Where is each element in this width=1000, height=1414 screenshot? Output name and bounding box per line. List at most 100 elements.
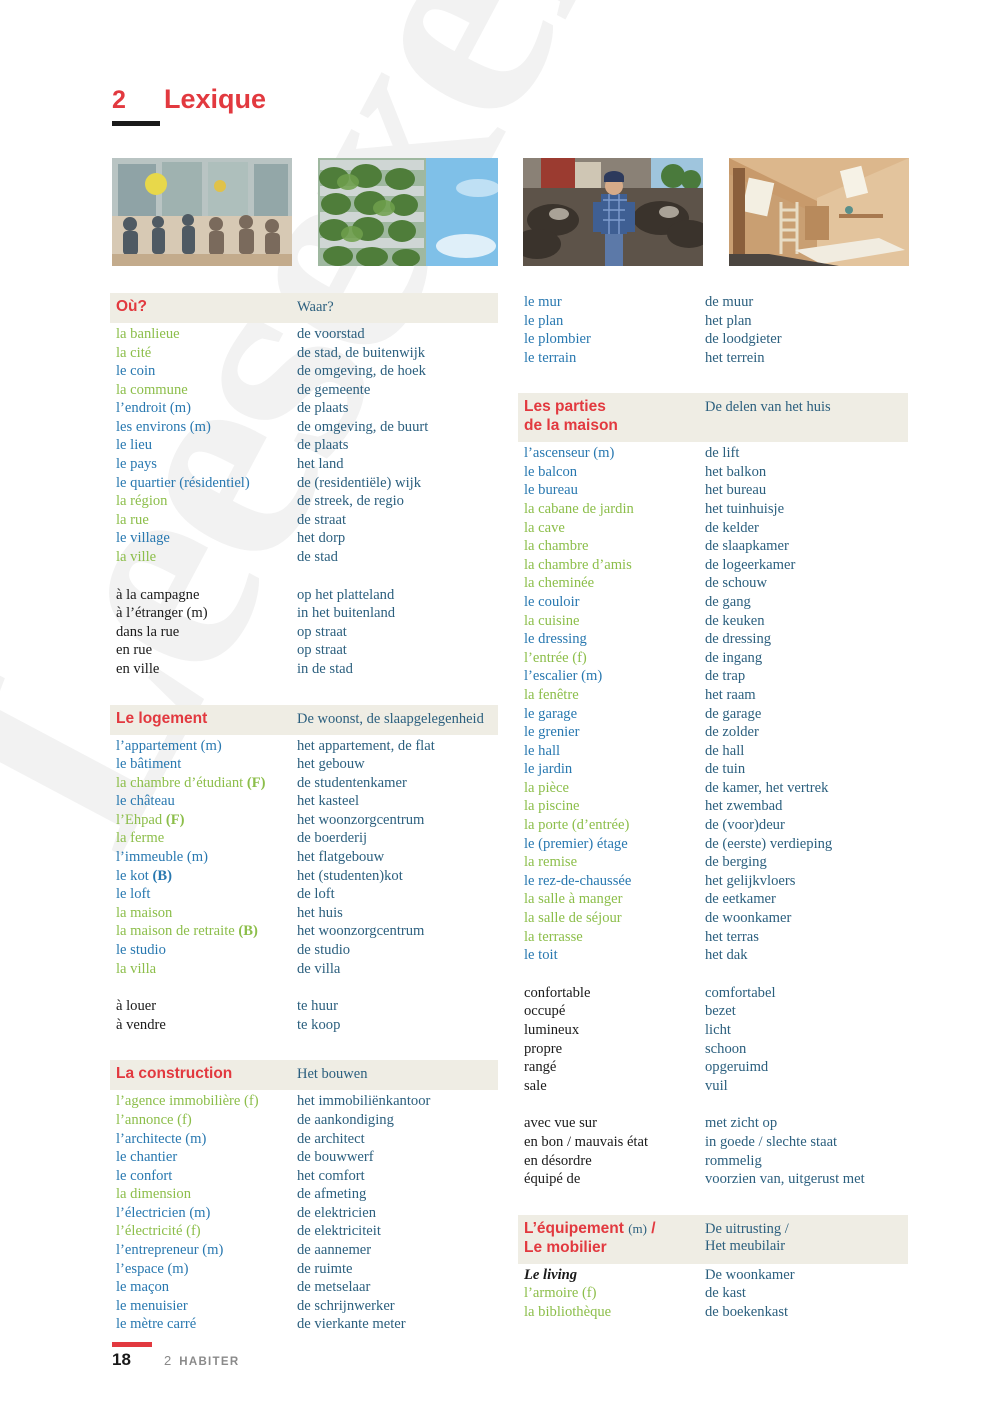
vocab-row: en bon / mauvais état in goede / slechte … (518, 1133, 908, 1152)
section-header-le-logement: Le logement De woonst, de slaapgelegenhei… (110, 704, 498, 735)
vocab-term-fr: le jardin (524, 761, 573, 778)
vocab-row: équipé de voorzien van, uitgerust met (518, 1170, 908, 1189)
vocab-row: la piscine het zwembad (518, 797, 908, 816)
vocab-row: le chantier de bouwwerf (110, 1148, 498, 1167)
vocab-term-nl: de zolder (705, 724, 759, 741)
vocab-term-nl: het tuinhuisje (705, 500, 785, 517)
vocab-row: la villa de villa (110, 960, 498, 979)
vocab-term-fr: les environs (m) (116, 418, 211, 435)
vocab-term-nl: de boerderij (297, 830, 368, 847)
vocab-term-nl: de (residentiële) wijk (297, 474, 421, 491)
vocab-row: le loft de loft (110, 885, 498, 904)
vocab-term-nl: het (studenten)kot (297, 867, 403, 884)
vocab-row: la rue de straat (110, 511, 498, 530)
vocab-term-fr: la ville (116, 549, 157, 566)
title-text: Lexique (164, 84, 267, 114)
vocab-term-nl: de schouw (705, 575, 768, 592)
vocab-term-fr: la chambre (524, 538, 589, 555)
vocab-term-nl: de berging (705, 854, 767, 871)
vocab-term-nl: de kamer, het vertrek (705, 779, 829, 796)
vocab-term-fr: le couloir (524, 593, 580, 610)
vocab-term-nl: het woonzorgcentrum (297, 811, 425, 828)
vocab-term-nl: de elektriciteit (297, 1223, 381, 1240)
left-column: Où? Waar? la banlieue de voorstad la cité de … (110, 293, 498, 1334)
vocab-term-fr: le terrain (524, 349, 577, 366)
vocab-term-fr: l’endroit (m) (116, 400, 191, 417)
vocab-term-nl: de kast (705, 1285, 746, 1302)
vocab-term-fr: la maison de retraite (B) (116, 923, 258, 940)
vocab-term-nl: de stad, de buitenwijk (297, 344, 426, 361)
vocab-term-nl: de vierkante meter (297, 1316, 406, 1333)
vocab-term-nl: de schrijnwerker (297, 1297, 395, 1314)
vocab-row: le pays het land (110, 455, 498, 474)
title-underline (112, 121, 160, 126)
section-header-nl: De woonst, de slaapgelegenheid (297, 710, 484, 727)
vocab-term-fr: occupé (524, 1003, 566, 1020)
vocab-term-nl: de omgeving, de buurt (297, 418, 429, 435)
vocab-term-fr: en bon / mauvais état (524, 1133, 649, 1150)
vocab-row: l’armoire (f) de kast (518, 1284, 908, 1303)
vocab-term-nl: De woonkamer (705, 1266, 795, 1283)
vocab-term-fr: la cabane de jardin (524, 500, 634, 517)
vocab-term-nl: de gemeente (297, 381, 371, 398)
vocab-section-construction-continued: le mur de muur le plan het plan le plombier d… (518, 293, 908, 367)
footer-rule (112, 1342, 152, 1347)
vocab-row: la cité de stad, de buitenwijk (110, 344, 498, 363)
vocab-term-nl: te koop (297, 1016, 341, 1033)
vocab-row: en rue op straat (110, 641, 498, 660)
vocab-term-nl: op het platteland (297, 586, 395, 603)
vocab-term-fr: la remise (524, 854, 578, 871)
vocab-term-nl: de keuken (705, 612, 765, 629)
vocab-row: la région de streek, de regio (110, 492, 498, 511)
vocab-term-fr: la dimension (116, 1186, 191, 1203)
vocab-term-nl: de ruimte (297, 1260, 353, 1277)
vocab-term-fr: le confort (116, 1167, 173, 1184)
vocab-section-le-logement: Le logement De woonst, de slaapgelegenhei… (110, 704, 498, 1035)
vocab-row: le balcon het balkon (518, 463, 908, 482)
vocab-row: le confort het comfort (110, 1167, 498, 1186)
vocab-row: le château het kasteel (110, 792, 498, 811)
vocab-term-fr: le balcon (524, 463, 578, 480)
vocab-term-nl: de trap (705, 668, 746, 685)
vocab-term-nl: de slaapkamer (705, 538, 789, 555)
vocab-term-nl: het kasteel (297, 793, 359, 810)
section-header-fr: Les parties de la maison (524, 398, 618, 435)
vocab-row: la maison de retraite (B) het woonzorgcen… (110, 922, 498, 941)
vocab-term-nl: de plaats (297, 400, 349, 417)
vocab-row: la remise de berging (518, 853, 908, 872)
vocab-term-nl: comfortabel (705, 984, 776, 1001)
vocab-term-fr: en ville (116, 661, 160, 677)
vocab-row: l’électricien (m) de elektricien (110, 1204, 498, 1223)
vocab-term-fr: le bureau (524, 482, 578, 499)
vocab-row: propre schoon (518, 1040, 908, 1059)
vocab-term-nl: de woonkamer (705, 910, 792, 927)
vocab-term-nl: het raam (705, 686, 756, 703)
vocab-row: lumineux licht (518, 1021, 908, 1040)
vocab-row: la cave de kelder (518, 519, 908, 538)
vocab-row: la terrasse het terras (518, 928, 908, 947)
vocab-term-fr: le plan (524, 312, 564, 329)
vocab-row: l’Ehpad (F) het woonzorgcentrum (110, 811, 498, 830)
vocab-row: le garage de garage (518, 705, 908, 724)
vocab-row: le studio de studio (110, 941, 498, 960)
vocab-row: à louer te huur (110, 997, 498, 1016)
vocab-row: le quartier (résidentiel) de (residentiël… (110, 474, 498, 493)
page-footer: 18 2 HABITER (112, 1342, 512, 1370)
vocab-term-fr: la bibliothèque (524, 1303, 612, 1320)
vocab-section-lequipement-le-mobilier: L’équipement (m) / Le mobilier De uitrusti… (518, 1214, 908, 1322)
vocab-term-fr: à l’étranger (m) (116, 605, 208, 622)
vocab-term-fr: l’armoire (f) (524, 1285, 597, 1302)
vocab-row: l’architecte (m) de architect (110, 1130, 498, 1149)
vocab-term-nl: in goede / slechte staat (705, 1133, 838, 1150)
vocab-term-nl: de ingang (705, 649, 763, 666)
vocab-term-nl: het land (297, 456, 344, 473)
vocab-term-fr: l’entrepreneur (m) (116, 1242, 224, 1259)
vocab-term-fr: le château (116, 793, 175, 810)
vocab-term-fr: confortable (524, 984, 591, 1001)
vocab-row: la cheminée de schouw (518, 574, 908, 593)
section-header-lequipement-le-mobilier: L’équipement (m) / Le mobilier De uitrusti… (518, 1214, 908, 1264)
vocab-term-fr: l’Ehpad (F) (116, 811, 185, 828)
page-number: 18 (112, 1350, 131, 1369)
vocab-term-fr: la ferme (116, 830, 165, 847)
